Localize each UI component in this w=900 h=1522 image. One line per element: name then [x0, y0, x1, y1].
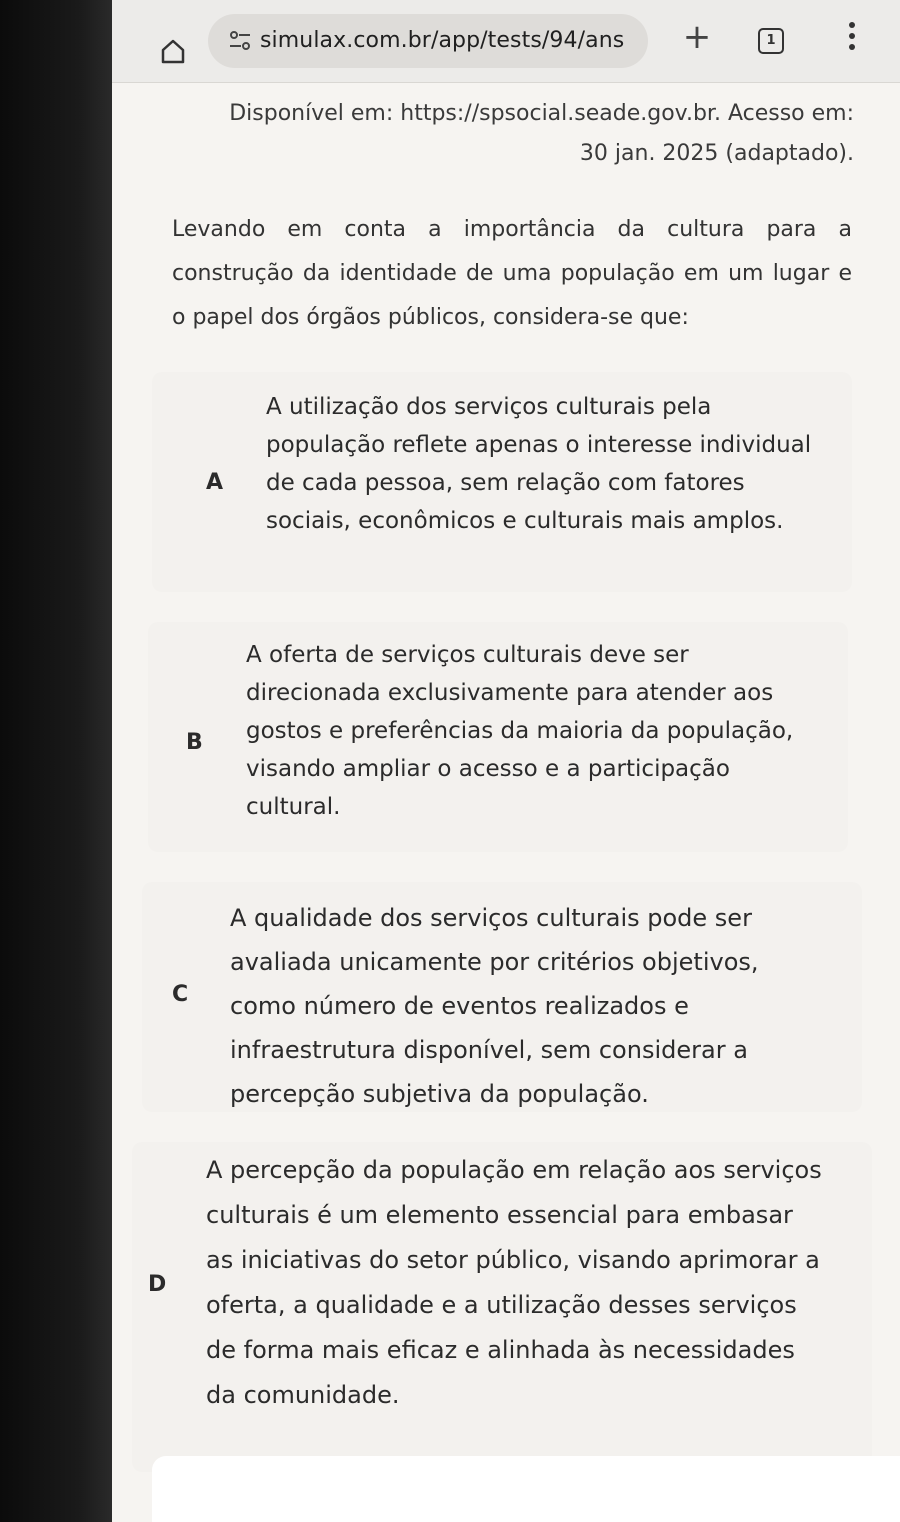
- option-text: A percepção da população em relação aos …: [206, 1156, 822, 1409]
- address-bar[interactable]: simulax.com.br/app/tests/94/ans: [208, 14, 648, 68]
- source-line: 30 jan. 2025 (adaptado).: [579, 141, 854, 166]
- more-menu-icon[interactable]: [846, 22, 858, 58]
- answer-option-c[interactable]: C A qualidade dos serviços culturais pod…: [142, 882, 862, 1112]
- answer-option-b[interactable]: B A oferta de serviços culturais deve se…: [148, 622, 848, 852]
- tab-switcher-button[interactable]: 1: [758, 28, 784, 54]
- home-icon[interactable]: [160, 38, 186, 64]
- option-letter: A: [206, 470, 224, 495]
- source-line: Disponível em: https://spsocial.seade.go…: [229, 101, 854, 126]
- device-bezel: [0, 0, 112, 1522]
- url-text: simulax.com.br/app/tests/94/ans: [260, 28, 625, 53]
- question-stem: Levando em conta a importância da cultur…: [172, 217, 852, 330]
- option-letter: B: [186, 730, 203, 755]
- answer-option-a[interactable]: A A utilização dos serviços culturais pe…: [152, 372, 852, 592]
- browser-toolbar: simulax.com.br/app/tests/94/ans + 1: [112, 0, 900, 83]
- option-letter: C: [172, 982, 189, 1007]
- option-letter: D: [148, 1272, 167, 1297]
- source-citation: Disponível em: https://spsocial.seade.go…: [174, 94, 854, 174]
- browser-screen: simulax.com.br/app/tests/94/ans + 1 Disp…: [112, 0, 900, 1522]
- option-text: A utilização dos serviços culturais pela…: [266, 394, 812, 534]
- new-tab-button[interactable]: +: [680, 20, 714, 54]
- option-text: A oferta de serviços culturais deve ser …: [246, 642, 794, 820]
- option-text: A qualidade dos serviços culturais pode …: [230, 904, 759, 1108]
- site-settings-icon[interactable]: [228, 30, 252, 52]
- bottom-panel: [152, 1456, 900, 1522]
- answer-option-d[interactable]: D A percepção da população em relação ao…: [132, 1142, 872, 1472]
